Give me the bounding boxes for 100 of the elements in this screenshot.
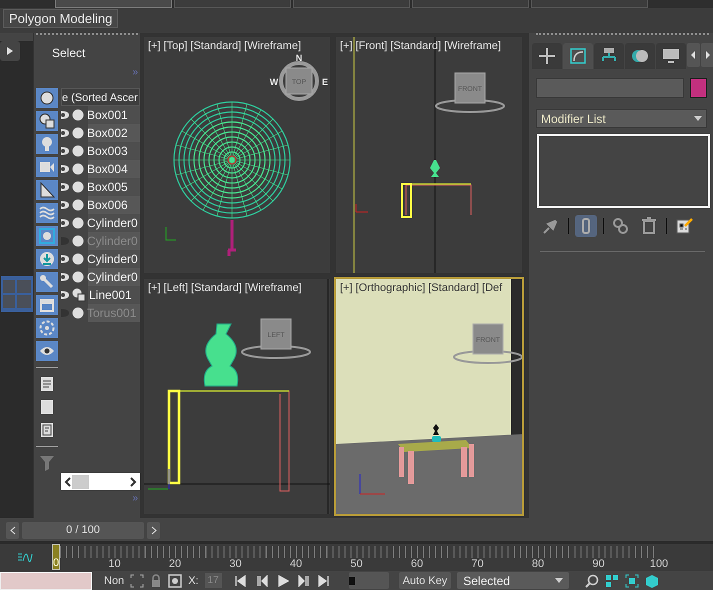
list-row[interactable]: Box003	[61, 142, 140, 160]
list-row[interactable]: Box006	[61, 196, 140, 214]
viewcube-drawing[interactable]	[453, 323, 522, 364]
viewport-menu-label[interactable]: [Orthographic]	[356, 282, 426, 294]
eye-icon[interactable]	[61, 200, 69, 210]
compass-letter: E	[322, 77, 328, 87]
eye-icon[interactable]	[61, 218, 69, 228]
viewcube-drawing[interactable]	[241, 318, 311, 358]
object-name: Cylinder0	[87, 216, 138, 230]
search-icon[interactable]	[585, 574, 600, 588]
lock-icon[interactable]	[150, 574, 162, 588]
go-to-start-icon[interactable]	[234, 574, 247, 586]
viewcube-drawing[interactable]	[435, 72, 505, 113]
viewcube-drawing[interactable]	[279, 61, 319, 101]
viewport-menu-label[interactable]: [+]	[340, 282, 353, 294]
eye-icon[interactable]	[61, 254, 69, 264]
eye-icon[interactable]	[61, 128, 69, 138]
next-key-icon[interactable]	[296, 574, 310, 586]
viewport-menu-label[interactable]: [Wireframe]	[244, 40, 302, 53]
filter-button[interactable]	[36, 341, 58, 361]
sphere-icon	[72, 199, 84, 211]
key-filter-dropdown[interactable]: Selected	[457, 572, 570, 589]
list-row[interactable]: Cylinder0	[61, 250, 140, 268]
viewport-menu-label[interactable]: [Top]	[164, 40, 188, 53]
eye-icon[interactable]	[61, 272, 69, 282]
transform-icon[interactable]	[168, 574, 182, 588]
stack-button[interactable]	[575, 215, 597, 237]
list-row[interactable]: Box005	[61, 178, 140, 196]
caret-icon	[555, 578, 564, 583]
square-icon	[39, 399, 55, 415]
viewport-menu-label[interactable]: [+]	[148, 40, 161, 53]
panel-tab[interactable]	[594, 43, 624, 69]
bulb-icon	[39, 136, 55, 152]
eye-icon[interactable]	[61, 146, 69, 156]
modifier-list-dropdown[interactable]: Modifier List	[536, 109, 707, 128]
modifier-stack[interactable]	[537, 134, 710, 208]
panel-tab[interactable]	[563, 43, 593, 69]
go-to-end-icon[interactable]	[318, 574, 331, 586]
scroll-right-button[interactable]	[701, 43, 713, 67]
curve-frame-icon	[568, 46, 588, 66]
viewport-menu-label[interactable]: [Front]	[356, 40, 388, 53]
grid-icon[interactable]	[605, 574, 620, 588]
list-row[interactable]: Box001	[61, 106, 140, 124]
viewport-menu-label[interactable]: [Left]	[164, 282, 188, 294]
viewport-menu-label[interactable]: [Def	[482, 282, 502, 294]
viewport-menu-label[interactable]: [Standard]	[428, 282, 480, 294]
eye-icon[interactable]	[61, 182, 69, 192]
horizontal-scrollbar[interactable]	[61, 473, 140, 490]
compass-letter: W	[270, 77, 278, 87]
filter-button[interactable]	[36, 88, 58, 108]
chevron-right-icon[interactable]	[129, 476, 137, 486]
next-frame-button[interactable]	[147, 522, 160, 539]
set-key-button[interactable]	[348, 572, 389, 589]
script-listener-field[interactable]	[0, 572, 92, 590]
auto-key-button[interactable]: Auto Key	[398, 572, 452, 589]
scroll-left-button[interactable]	[687, 43, 700, 67]
gizmo-drawing	[226, 218, 238, 258]
viewport-menu-label[interactable]: [+]	[340, 40, 353, 53]
object-name-field[interactable]	[536, 78, 684, 98]
previous-frame-button[interactable]	[6, 522, 19, 539]
curve-editor-icon[interactable]	[17, 552, 33, 564]
panel-tab[interactable]	[532, 43, 562, 69]
list-row[interactable]: Line001	[61, 286, 140, 304]
time-slider-thumb[interactable]: 0 / 100	[22, 522, 144, 539]
filter-button[interactable]	[36, 180, 58, 200]
viewport-menu-label[interactable]: [+]	[148, 282, 161, 294]
expand-panel-button[interactable]	[0, 41, 20, 61]
shape-icon	[72, 288, 86, 302]
viewport-menu-label[interactable]: [Standard]	[191, 282, 242, 294]
selection-bracket-icon[interactable]	[130, 574, 144, 588]
list-row[interactable]: Cylinder0	[61, 214, 140, 232]
current-frame-marker[interactable]: 0	[52, 544, 60, 570]
filter-button[interactable]	[36, 111, 58, 131]
eye-icon[interactable]	[61, 164, 69, 174]
caret-icon	[694, 116, 702, 121]
play-icon[interactable]	[276, 574, 289, 586]
panel-tab[interactable]	[656, 43, 686, 69]
sphere-icon	[72, 109, 84, 121]
list-row[interactable]: Box004	[61, 160, 140, 178]
frame-icon[interactable]	[625, 574, 640, 588]
viewport-menu-label[interactable]: [Standard]	[390, 40, 442, 53]
trash-icon	[639, 216, 659, 236]
viewport-menu-label[interactable]: [Standard]	[190, 40, 242, 53]
frame-number: 60	[410, 558, 424, 570]
panel-tab[interactable]	[625, 43, 655, 69]
chevron-left-icon[interactable]	[64, 476, 72, 486]
eye-icon[interactable]	[61, 110, 69, 120]
polygon-modeling-button[interactable]: Polygon Modeling	[3, 9, 118, 28]
previous-key-icon[interactable]	[254, 574, 268, 586]
sphere-icon	[72, 217, 84, 229]
x-coordinate-label: X:	[188, 574, 199, 586]
color-swatch[interactable]	[690, 78, 707, 98]
eye-icon[interactable]	[61, 290, 69, 300]
circle-icon	[39, 90, 55, 106]
viewport-menu-label[interactable]: [Wireframe]	[444, 40, 501, 53]
list-row[interactable]: Cylinder0	[61, 268, 140, 286]
viewport-menu-label[interactable]: [Wireframe]	[244, 282, 302, 294]
column-header[interactable]: e (Sorted Ascer	[61, 88, 140, 106]
cube-icon[interactable]	[645, 574, 660, 588]
list-row[interactable]: Box002	[61, 124, 140, 142]
